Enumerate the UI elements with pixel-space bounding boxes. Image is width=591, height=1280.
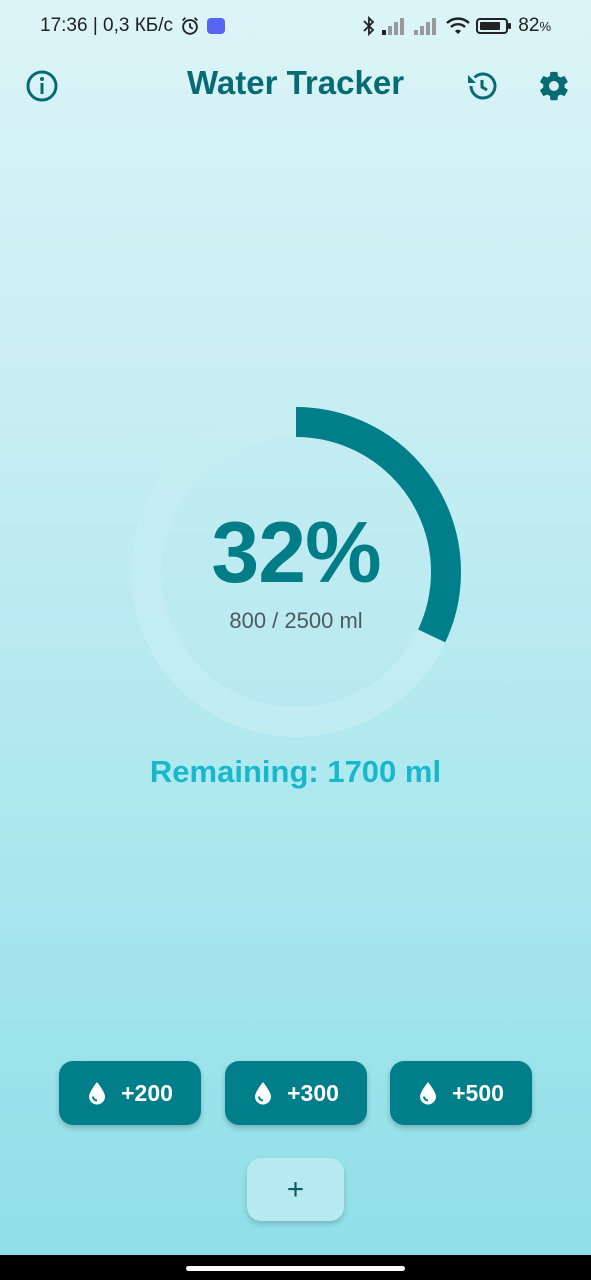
add-200-label: +200 bbox=[121, 1079, 173, 1106]
history-button[interactable] bbox=[462, 66, 502, 106]
drop-icon bbox=[420, 1082, 437, 1105]
add-200-button[interactable]: +200 bbox=[59, 1061, 201, 1125]
bluetooth-icon bbox=[363, 15, 375, 37]
page-title: Water Tracker bbox=[186, 64, 405, 101]
custom-add-button[interactable]: + bbox=[247, 1158, 344, 1221]
battery-icon bbox=[476, 18, 512, 34]
add-300-button[interactable]: +300 bbox=[225, 1061, 367, 1125]
drop-icon bbox=[255, 1082, 272, 1105]
plus-label: + bbox=[286, 1172, 305, 1206]
settings-button[interactable] bbox=[534, 66, 574, 106]
status-bar: 17:36 | 0,3 КБ/с 82% bbox=[0, 0, 591, 52]
add-300-label: +300 bbox=[287, 1079, 339, 1106]
drop-icon bbox=[89, 1082, 106, 1105]
status-left: 17:36 | 0,3 КБ/с bbox=[40, 15, 226, 37]
add-500-label: +500 bbox=[452, 1079, 504, 1106]
history-icon bbox=[468, 72, 497, 100]
battery-level: 82% bbox=[518, 15, 551, 36]
signal-icon-2 bbox=[414, 18, 437, 35]
add-500-button[interactable]: +500 bbox=[390, 1061, 532, 1125]
alarm-icon bbox=[182, 17, 199, 35]
status-time-network: 17:36 | 0,3 КБ/с bbox=[40, 15, 174, 36]
progress-ring: 32% 800 / 2500 ml bbox=[128, 404, 464, 740]
progress-amount: 800 / 2500 ml bbox=[229, 608, 363, 633]
remaining-text: Remaining: 1700 ml bbox=[149, 754, 442, 789]
system-nav-bar bbox=[0, 1255, 591, 1280]
signal-icon bbox=[382, 18, 405, 35]
app-bar: Water Tracker bbox=[0, 56, 591, 116]
discord-icon bbox=[207, 18, 226, 34]
progress-percent: 32% bbox=[211, 505, 381, 601]
wifi-icon bbox=[446, 17, 471, 34]
status-right: 82% bbox=[362, 15, 551, 37]
gear-icon bbox=[540, 71, 568, 101]
home-gesture-pill[interactable] bbox=[186, 1266, 405, 1271]
